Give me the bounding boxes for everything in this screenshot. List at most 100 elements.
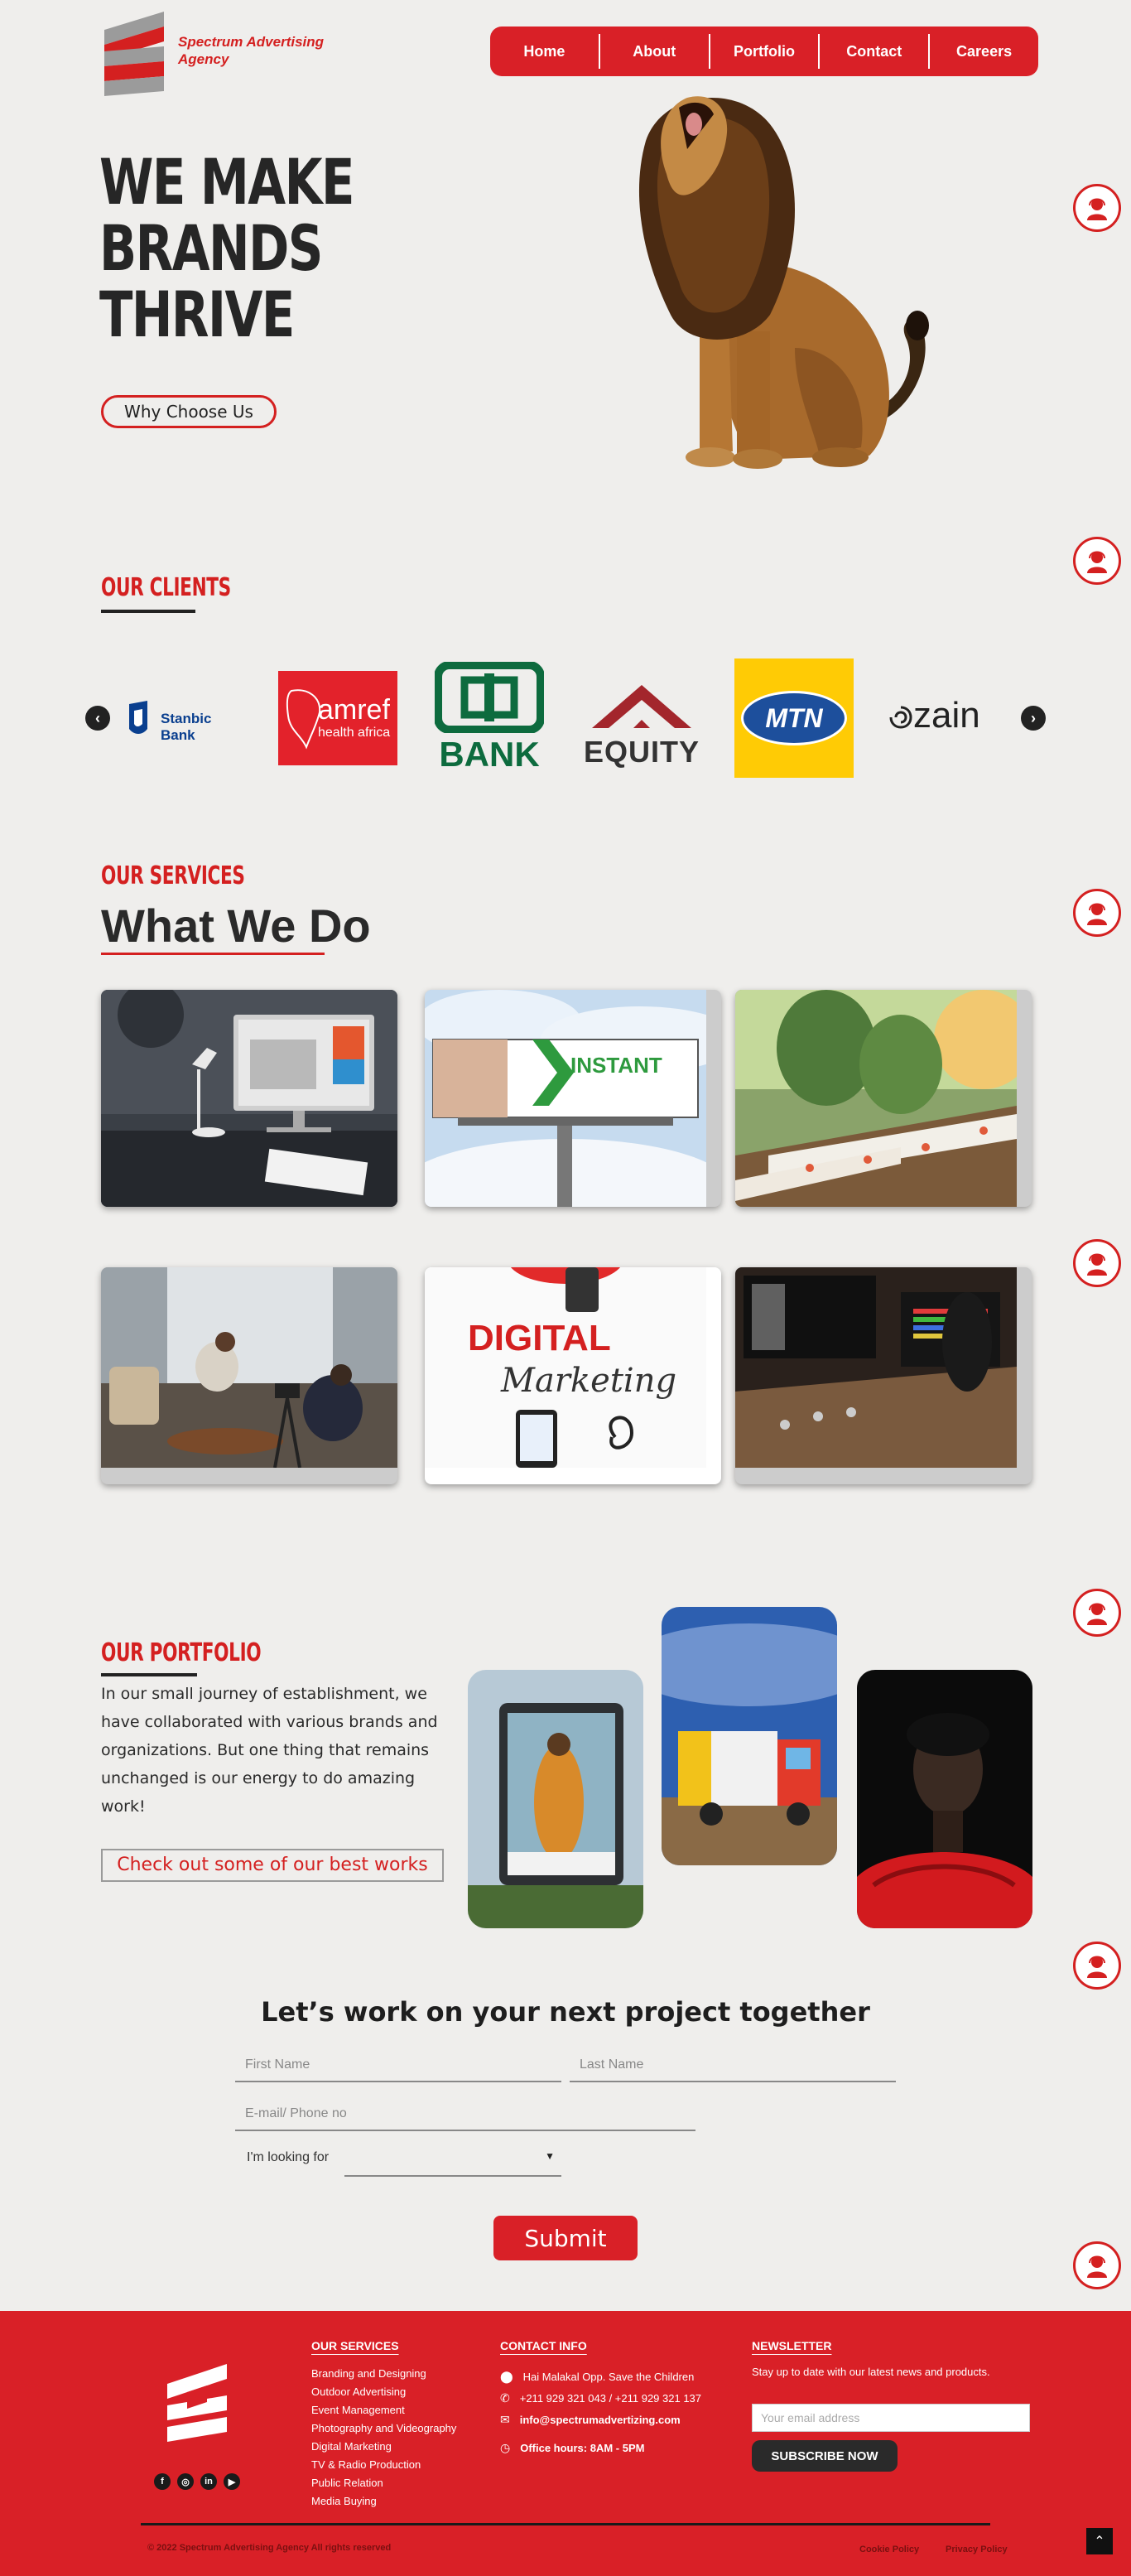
- looking-for-select[interactable]: ▼: [344, 2144, 561, 2177]
- youtube-icon[interactable]: ▶: [224, 2473, 240, 2490]
- footer-services-list: Branding and Designing Outdoor Advertisi…: [311, 2365, 456, 2511]
- back-to-top-icon[interactable]: ⌃: [1086, 2528, 1113, 2554]
- contact-agent-icon[interactable]: [1073, 1942, 1121, 1990]
- footer-service-link[interactable]: Event Management: [311, 2401, 456, 2419]
- what-we-do-title: What We Do: [101, 900, 371, 952]
- footer-divider: [141, 2523, 990, 2525]
- nav-about[interactable]: About: [598, 34, 709, 69]
- main-nav: Home About Portfolio Contact Careers: [490, 27, 1038, 76]
- footer-contact-heading: CONTACT INFO: [500, 2339, 587, 2352]
- cookie-policy-link[interactable]: Cookie Policy: [859, 2545, 919, 2554]
- portfolio-model-image[interactable]: [857, 1670, 1032, 1928]
- hours-row: ◷ Office hours: 8AM - 5PM: [500, 2437, 748, 2458]
- facebook-icon[interactable]: f: [154, 2473, 171, 2490]
- newsletter-email-input[interactable]: [752, 2404, 1030, 2432]
- hero-title-line1: WE MAKE: [99, 145, 354, 219]
- nav-contact[interactable]: Contact: [818, 34, 928, 69]
- email-icon: ✉: [500, 2412, 510, 2426]
- last-name-input[interactable]: [570, 2049, 896, 2082]
- email-row: ✉ info@spectrumadvertizing.com: [500, 2409, 748, 2430]
- contact-agent-icon[interactable]: [1073, 1239, 1121, 1287]
- client-name: amref: [318, 694, 390, 726]
- contact-agent-icon[interactable]: [1073, 2241, 1121, 2289]
- service-card-tv-radio[interactable]: [735, 1267, 1032, 1484]
- portfolio-heading-underline: [101, 1673, 197, 1676]
- client-logo-zain: zain: [887, 658, 1006, 778]
- portfolio-heading: OUR PORTFOLIO: [101, 1638, 262, 1667]
- brand-name-line2: Agency: [178, 51, 229, 67]
- service-card-events[interactable]: [735, 990, 1032, 1207]
- social-links: f ◎ in ▶: [154, 2473, 240, 2490]
- marketing-word: Marketing: [500, 1362, 676, 1400]
- billboard-text: INSTANT: [570, 1053, 662, 1078]
- service-card-photography[interactable]: [101, 1267, 397, 1484]
- newsletter-text: Stay up to date with our latest news and…: [752, 2366, 990, 2378]
- contact-agent-icon[interactable]: [1073, 1589, 1121, 1637]
- submit-button[interactable]: Submit: [493, 2216, 638, 2260]
- client-name: EQUITY: [583, 735, 700, 769]
- footer-contact-info: ⬤ Hai Malakal Opp. Save the Children ✆ +…: [500, 2366, 748, 2458]
- clients-heading-underline: [101, 610, 195, 613]
- hero-title-line3: THRIVE: [99, 277, 295, 351]
- privacy-policy-link[interactable]: Privacy Policy: [946, 2545, 1008, 2554]
- clients-heading: OUR CLIENTS: [101, 573, 231, 602]
- services-heading: OUR SERVICES: [101, 861, 245, 890]
- service-card-branding[interactable]: [101, 990, 397, 1207]
- email-text[interactable]: info@spectrumadvertizing.com: [520, 2414, 681, 2426]
- looking-for-label: I'm looking for: [247, 2150, 330, 2164]
- footer-service-link[interactable]: Digital Marketing: [311, 2438, 456, 2456]
- client-logo-equity: EQUITY: [582, 658, 701, 778]
- footer-logo-icon[interactable]: [162, 2361, 232, 2453]
- brand-name[interactable]: Spectrum Advertising Agency: [178, 33, 360, 68]
- first-name-input[interactable]: [235, 2049, 561, 2082]
- client-name: Stanbic Bank: [161, 711, 212, 743]
- client-name: MTN: [741, 691, 847, 745]
- nav-portfolio[interactable]: Portfolio: [708, 34, 819, 69]
- client-logo-amref: amref health africa: [278, 658, 397, 778]
- subscribe-button[interactable]: SUBSCRIBE NOW: [752, 2440, 898, 2472]
- client-name: zain: [913, 695, 980, 736]
- contact-agent-icon[interactable]: [1073, 184, 1121, 232]
- instagram-icon[interactable]: ◎: [177, 2473, 194, 2490]
- footer-service-link[interactable]: Media Buying: [311, 2492, 456, 2511]
- phone-icon: ✆: [500, 2390, 510, 2405]
- service-card-outdoor[interactable]: INSTANT: [425, 990, 721, 1207]
- portfolio-truck-image[interactable]: [662, 1607, 837, 1865]
- address-text: Hai Malakal Opp. Save the Children: [522, 2370, 695, 2383]
- footer-service-link[interactable]: TV & Radio Production: [311, 2456, 456, 2474]
- phone-text[interactable]: +211 929 321 043 / +211 929 321 137: [520, 2392, 701, 2405]
- hours-text: Office hours: 8AM - 5PM: [520, 2441, 645, 2454]
- nav-careers[interactable]: Careers: [928, 34, 1038, 69]
- phone-row: ✆ +211 929 321 043 / +211 929 321 137: [500, 2387, 748, 2409]
- nav-home[interactable]: Home: [490, 34, 599, 69]
- contact-agent-icon[interactable]: [1073, 537, 1121, 585]
- chevron-down-icon: ▼: [545, 2150, 555, 2162]
- footer-service-link[interactable]: Public Relation: [311, 2474, 456, 2492]
- footer-services-heading: OUR SERVICES: [311, 2339, 399, 2352]
- contact-form-title: Let’s work on your next project together: [261, 1996, 870, 2028]
- best-works-button[interactable]: Check out some of our best works: [101, 1849, 444, 1882]
- linkedin-icon[interactable]: in: [200, 2473, 217, 2490]
- footer-service-link[interactable]: Outdoor Advertising: [311, 2383, 456, 2401]
- client-logo-stanbic: Stanbic Bank: [126, 658, 245, 778]
- footer-service-link[interactable]: Photography and Videography: [311, 2419, 456, 2438]
- footer-newsletter-heading: NEWSLETTER: [752, 2339, 832, 2352]
- address-row: ⬤ Hai Malakal Opp. Save the Children: [500, 2366, 748, 2387]
- brand-name-line1: Spectrum Advertising: [178, 34, 325, 50]
- service-card-digital-marketing[interactable]: DIGITAL Marketing: [425, 1267, 721, 1484]
- clients-next-button[interactable]: ›: [1021, 706, 1046, 731]
- contact-agent-icon[interactable]: [1073, 889, 1121, 937]
- client-logo-mtn: MTN: [734, 658, 854, 778]
- email-phone-input[interactable]: [235, 2098, 695, 2131]
- why-choose-us-button[interactable]: Why Choose Us: [101, 395, 277, 428]
- portfolio-billboard-image[interactable]: [468, 1670, 643, 1928]
- lion-image: [522, 75, 952, 472]
- portfolio-text: In our small journey of establishment, w…: [101, 1685, 438, 1816]
- client-logo-bank: BANK: [430, 658, 549, 778]
- hero-title-line2: BRANDS: [99, 211, 323, 285]
- brand-logo-icon[interactable]: [101, 8, 167, 96]
- clients-prev-button[interactable]: ‹: [85, 706, 110, 731]
- clock-icon: ◷: [500, 2440, 511, 2454]
- footer-service-link[interactable]: Branding and Designing: [311, 2365, 456, 2383]
- client-name: BANK: [439, 735, 540, 774]
